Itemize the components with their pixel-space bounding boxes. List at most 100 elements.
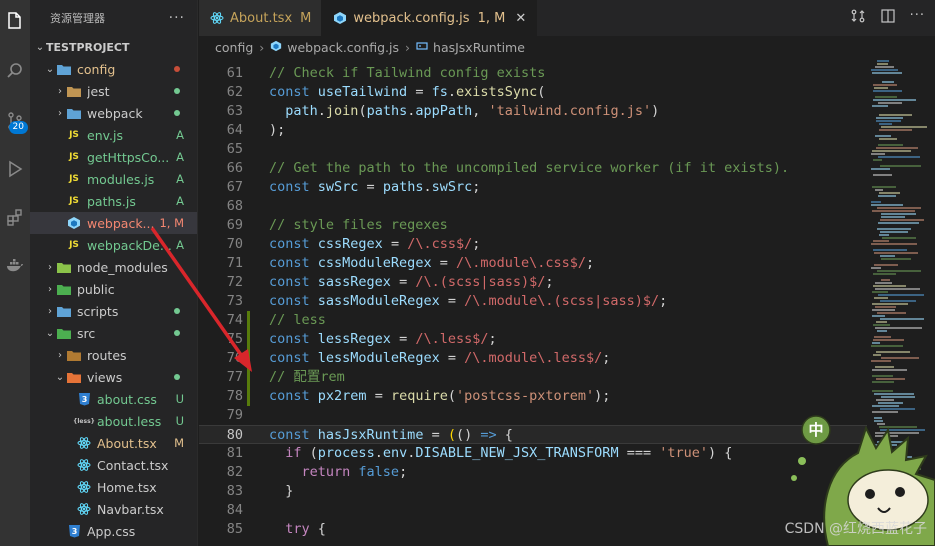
tree-file[interactable]: JS getHttpsCo... A: [30, 146, 197, 168]
code-line[interactable]: 75 const lessRegex = /\.less$/;: [199, 330, 867, 349]
code-line[interactable]: 79: [199, 406, 867, 425]
tree-folder[interactable]: › routes: [30, 344, 197, 366]
code-text: const cssRegex = /\.css$/;: [269, 236, 481, 252]
code-line[interactable]: 63 path.join(paths.appPath, 'tailwind.co…: [199, 102, 867, 121]
minimap-line: [874, 252, 918, 254]
tree-file[interactable]: webpack... 1, M: [30, 212, 197, 234]
breadcrumb-folder[interactable]: config: [215, 40, 253, 55]
chevron-down-icon: ⌄: [45, 327, 55, 339]
tree-file[interactable]: JS paths.js A: [30, 190, 197, 212]
tree-item-label: about.less: [97, 413, 162, 429]
scm-badge: 20: [8, 121, 28, 134]
tree-folder[interactable]: ⌄ src: [30, 322, 197, 344]
tree-item-label: App.css: [87, 523, 136, 539]
tab-about-tsx[interactable]: About.tsx M: [199, 0, 323, 36]
react-icon: [76, 479, 92, 495]
minimap-line: [871, 345, 903, 347]
line-number: 70: [226, 236, 243, 252]
tree-file[interactable]: Home.tsx: [30, 476, 197, 498]
minimap-line: [877, 60, 889, 62]
code-line[interactable]: 65: [199, 140, 867, 159]
minimap-line: [873, 90, 902, 92]
tree-file[interactable]: Contact.tsx: [30, 454, 197, 476]
code-line[interactable]: 78 const px2rem = require('postcss-pxtore…: [199, 387, 867, 406]
less-icon: {less}: [73, 417, 95, 425]
minimap-line: [878, 144, 903, 146]
extensions-icon[interactable]: [0, 202, 30, 232]
code-line[interactable]: 85 try {: [199, 520, 867, 539]
minimap-line: [872, 381, 894, 383]
close-icon[interactable]: ✕: [515, 11, 526, 26]
minimap-line: [874, 297, 888, 299]
tab-label: About.tsx: [230, 10, 293, 26]
source-control-icon[interactable]: 20: [0, 106, 30, 136]
code-line[interactable]: 71 const cssModuleRegex = /\.module\.css$…: [199, 254, 867, 273]
minimap-line: [877, 228, 911, 230]
tree-file[interactable]: JS env.js A: [30, 124, 197, 146]
tree-folder[interactable]: ⌄ config: [30, 58, 197, 80]
svg-text:3: 3: [71, 527, 77, 536]
code-line[interactable]: 66 // Get the path to the uncompiled serv…: [199, 159, 867, 178]
code-line[interactable]: 82 return false;: [199, 463, 867, 482]
tree-item-label: Navbar.tsx: [97, 501, 164, 517]
code-line[interactable]: 80 const hasJsxRuntime = (() => {: [199, 425, 867, 444]
more-icon[interactable]: ···: [910, 8, 925, 28]
code-line[interactable]: 73 const sassModuleRegex = /\.module\.(sc…: [199, 292, 867, 311]
tab-status: M: [300, 10, 312, 26]
workspace-root[interactable]: ⌄ TESTPROJECT: [30, 36, 197, 58]
compare-changes-icon[interactable]: [850, 8, 866, 28]
tree-folder[interactable]: › scripts: [30, 300, 197, 322]
code-line[interactable]: 84: [199, 501, 867, 520]
code-text: const hasJsxRuntime = (() => {: [269, 427, 513, 443]
code-line[interactable]: 74 // less: [199, 311, 867, 330]
tree-folder[interactable]: › jest: [30, 80, 197, 102]
split-editor-icon[interactable]: [880, 8, 896, 28]
search-icon[interactable]: [0, 56, 30, 86]
tab-bar: About.tsx M webpack.config.js 1, M ✕ ···: [199, 0, 935, 36]
breadcrumb-symbol[interactable]: hasJsxRuntime: [433, 40, 525, 55]
git-added-gutter: [247, 387, 250, 406]
minimap-line: [879, 123, 892, 125]
line-number: 82: [226, 464, 243, 480]
tab-webpack-config[interactable]: webpack.config.js 1, M ✕: [322, 0, 538, 36]
code-line[interactable]: 83 }: [199, 482, 867, 501]
tree-file[interactable]: 3 about.css U: [30, 388, 197, 410]
folder-public-icon: [56, 281, 72, 297]
minimap-line: [872, 186, 896, 188]
tree-file[interactable]: {less} about.less U: [30, 410, 197, 432]
docker-icon[interactable]: [0, 250, 30, 280]
code-line[interactable]: 69 // style files regexes: [199, 216, 867, 235]
code-line[interactable]: 68: [199, 197, 867, 216]
code-line[interactable]: 77 // 配置rem: [199, 368, 867, 387]
tree-folder[interactable]: › public: [30, 278, 197, 300]
chevron-right-icon: ›: [405, 39, 411, 55]
code-editor[interactable]: 61 // Check if Tailwind config exists 62 co…: [199, 58, 867, 546]
tree-file[interactable]: JS webpackDe... A: [30, 234, 197, 256]
code-line[interactable]: 72 const sassRegex = /\.(scss|sass)$/;: [199, 273, 867, 292]
code-line[interactable]: 61 // Check if Tailwind config exists: [199, 64, 867, 83]
minimap-line: [878, 195, 896, 197]
tree-item-label: Home.tsx: [97, 479, 157, 495]
folder-routes-icon: [66, 347, 82, 363]
code-line[interactable]: 81 if (process.env.DISABLE_NEW_JSX_TRANS…: [199, 444, 867, 463]
code-line[interactable]: 62 const useTailwind = fs.existsSync(: [199, 83, 867, 102]
code-line[interactable]: 64);: [199, 121, 867, 140]
js-icon: JS: [69, 196, 79, 206]
tree-file[interactable]: JS modules.js A: [30, 168, 197, 190]
more-actions-button[interactable]: ···: [169, 10, 185, 26]
tree-file[interactable]: About.tsx M: [30, 432, 197, 454]
tree-file[interactable]: Navbar.tsx: [30, 498, 197, 520]
code-line[interactable]: 76 const lessModuleRegex = /\.module\.les…: [199, 349, 867, 368]
tree-folder[interactable]: ⌄ views: [30, 366, 197, 388]
code-text: );: [269, 122, 286, 138]
breadcrumb-file[interactable]: webpack.config.js: [287, 40, 399, 55]
explorer-icon[interactable]: [0, 6, 30, 36]
tree-folder[interactable]: › node_modules: [30, 256, 197, 278]
code-line[interactable]: 67 const swSrc = paths.swSrc;: [199, 178, 867, 197]
code-text: // Get the path to the uncompiled servic…: [269, 160, 790, 176]
tree-folder[interactable]: › webpack: [30, 102, 197, 124]
code-line[interactable]: 70 const cssRegex = /\.css$/;: [199, 235, 867, 254]
tree-file[interactable]: 3 App.css: [30, 520, 197, 542]
run-debug-icon[interactable]: [0, 154, 30, 184]
minimap-line: [879, 192, 900, 194]
